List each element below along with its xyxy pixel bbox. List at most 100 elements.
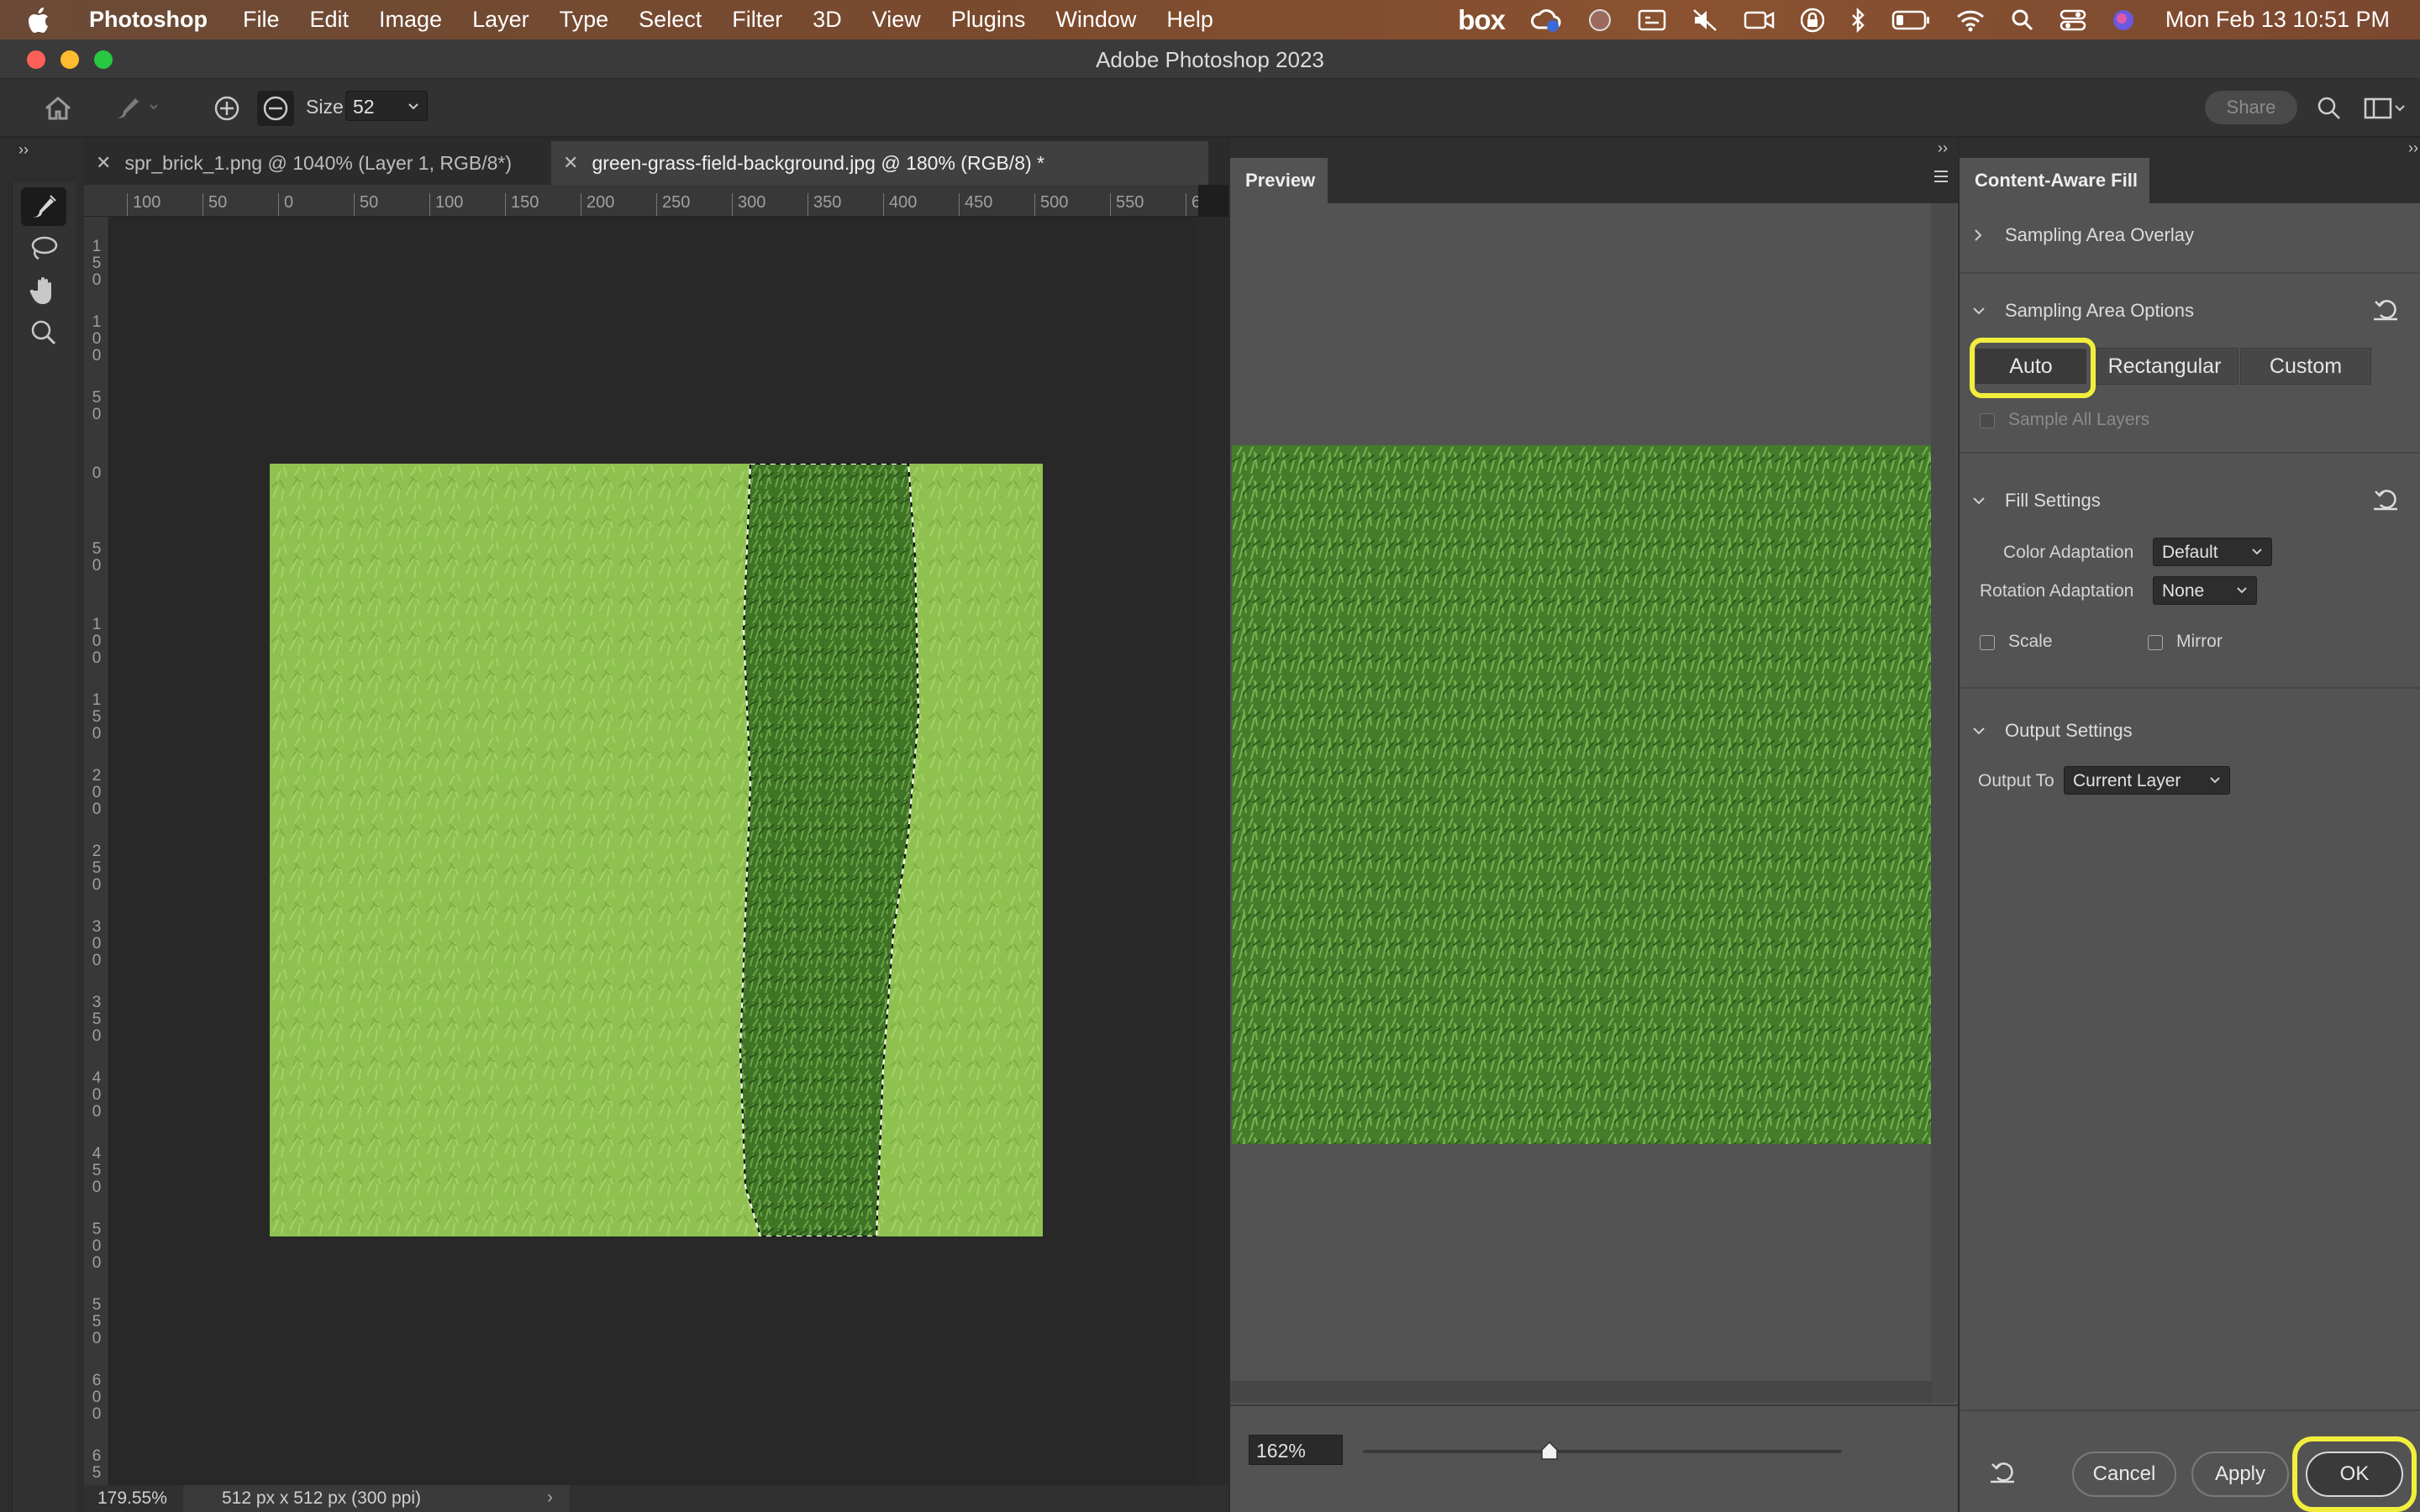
menu-plugins[interactable]: Plugins [951,7,1026,33]
panel-menu-icon[interactable] [1933,170,1949,187]
menu-select[interactable]: Select [639,7,702,33]
preview-tab[interactable]: Preview [1230,158,1328,203]
panel-collapse-icon[interactable]: ›› [1938,139,1948,157]
zoom-icon[interactable] [21,313,66,352]
preview-horizontal-scrollbar[interactable] [1230,1381,1933,1403]
size-input[interactable]: 52 [345,91,428,121]
document-info[interactable]: 512 px x 512 px (300 ppi) › [183,1485,570,1512]
tab-label[interactable]: green-grass-field-background.jpg @ 180% … [592,152,1044,175]
menu-file[interactable]: File [243,7,280,33]
sampling-rectangular-button[interactable]: Rectangular [2091,348,2238,385]
tab-label[interactable]: spr_brick_1.png @ 1040% (Layer 1, RGB/8*… [124,152,512,175]
preview-zoom-slider[interactable] [1363,1441,1842,1460]
scale-checkbox[interactable] [1980,635,1995,650]
reset-icon[interactable] [2371,486,2400,512]
output-to-value[interactable]: Current Layer [2073,771,2181,790]
sample-all-layers-checkbox[interactable] [1980,413,1995,428]
control-center-icon[interactable] [2060,8,2086,32]
cancel-button[interactable]: Cancel [2072,1452,2176,1497]
canvas-area[interactable] [109,217,1198,1485]
menu-view[interactable]: View [872,7,921,33]
menu-window[interactable]: Window [1055,7,1136,33]
chevron-down-icon[interactable] [2234,582,2249,602]
close-icon[interactable]: ✕ [96,152,111,174]
menu-type[interactable]: Type [560,7,609,33]
section-output-settings[interactable]: Output Settings [1960,714,2420,748]
lasso-icon[interactable] [21,229,66,268]
globe-icon[interactable] [1587,8,1612,33]
mirror-checkbox[interactable] [2148,635,2163,650]
preview-vertical-scrollbar[interactable] [1931,203,1956,1403]
hand-icon[interactable] [21,271,66,310]
preview-zoom-input[interactable]: 162% [1249,1435,1343,1465]
menu-image[interactable]: Image [379,7,442,33]
color-adaptation-label: Color Adaptation [2003,543,2134,562]
section-sampling-overlay[interactable]: Sampling Area Overlay [1960,218,2420,252]
output-to-select[interactable]: Current Layer [2064,766,2230,795]
share-button[interactable]: Share [2205,91,2297,124]
menu-help[interactable]: Help [1166,7,1213,33]
chevron-right-icon[interactable]: › [547,1488,553,1508]
menu-layer[interactable]: Layer [472,7,529,33]
rotation-adaptation-select[interactable]: None [2153,576,2257,605]
apply-button[interactable]: Apply [2191,1452,2289,1497]
menu-3d[interactable]: 3D [813,7,842,33]
menu-app-name[interactable]: Photoshop [89,7,208,33]
chevron-down-icon[interactable] [2249,543,2265,564]
chevron-down-icon[interactable] [1960,724,1991,738]
creative-cloud-icon[interactable] [1530,8,1562,33]
canvas-scrollbar[interactable] [1198,217,1228,1485]
box-logo[interactable]: box [1458,4,1506,36]
wifi-icon[interactable] [1955,8,1986,32]
lock-icon[interactable] [1800,7,1824,34]
home-icon[interactable] [39,92,77,124]
reset-all-icon[interactable] [1988,1458,2017,1485]
window-title: Adobe Photoshop 2023 [1096,47,1324,72]
display-icon[interactable] [1638,8,1666,32]
panel-collapse-icon[interactable]: ›› [18,141,29,159]
search-icon[interactable] [2312,92,2346,124]
battery-icon[interactable] [1891,9,1930,31]
horizontal-ruler[interactable]: 1005005010015020025030035040045050055060 [108,185,1198,217]
tab-green-grass-field[interactable]: ✕ green-grass-field-background.jpg @ 180… [551,141,1208,185]
rotation-adaptation-value[interactable]: None [2162,581,2204,601]
chevron-down-icon[interactable] [2207,772,2223,792]
spotlight-search-icon[interactable] [2011,8,2034,32]
subtract-from-selection-icon[interactable] [257,91,294,126]
size-value[interactable]: 52 [353,96,375,118]
vertical-ruler[interactable]: 150 100 50 0 50 100 150 200 250 300 350 400 450 500 55… [84,217,109,1485]
section-sampling-options[interactable]: Sampling Area Options [1960,294,2420,328]
preview-header: ›› Preview [1230,138,1958,203]
menu-edit[interactable]: Edit [310,7,350,33]
color-adaptation-select[interactable]: Default [2153,538,2272,566]
ruler-corner[interactable] [84,185,108,217]
siri-icon[interactable] [2112,8,2135,32]
chevron-down-icon[interactable] [405,97,422,119]
section-fill-settings[interactable]: Fill Settings [1960,484,2420,517]
chevron-down-icon[interactable] [1960,304,1991,318]
slider-thumb-icon[interactable] [1541,1441,1559,1460]
preview-grass-image[interactable] [1232,445,1931,1144]
panel-collapse-icon[interactable]: ›› [2408,139,2418,157]
reset-icon[interactable] [2371,296,2400,323]
chevron-down-icon[interactable] [1960,494,1991,507]
workspace-switcher-icon[interactable] [2361,92,2408,124]
bluetooth-icon[interactable] [1849,7,1866,33]
canvas-grass-image[interactable] [270,464,1043,1236]
mute-icon[interactable] [1691,8,1718,33]
content-aware-brush-icon[interactable] [21,187,66,226]
zoom-level[interactable]: 179.55% [97,1488,167,1509]
brush-preset-icon[interactable] [106,91,165,124]
color-adaptation-value[interactable]: Default [2162,543,2218,562]
camera-icon[interactable] [1744,8,1776,32]
caf-tab[interactable]: Content-Aware Fill [1960,158,2149,203]
caf-footer: Cancel Apply OK [1960,1410,2420,1512]
close-icon[interactable]: ✕ [563,152,578,174]
menu-filter[interactable]: Filter [732,7,782,33]
sampling-custom-button[interactable]: Custom [2240,348,2371,385]
chevron-right-icon[interactable] [1960,228,1991,243]
tab-spr-brick[interactable]: ✕ spr_brick_1.png @ 1040% (Layer 1, RGB/… [84,141,551,185]
add-to-selection-icon[interactable] [210,92,244,124]
apple-icon[interactable] [29,7,67,34]
menu-clock[interactable]: Mon Feb 13 10:51 PM [2165,7,2390,33]
